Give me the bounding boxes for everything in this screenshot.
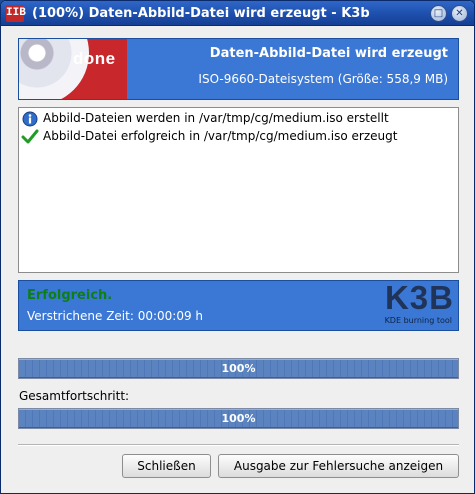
info-icon — [22, 111, 38, 126]
banner-subtitle: ISO-9660-Dateisystem (Größe: 558,9 MB) — [198, 72, 448, 86]
divider — [18, 444, 459, 446]
show-debug-output-button[interactable]: Ausgabe zur Fehlersuche anzeigen — [218, 454, 459, 478]
window-title: (100%) Daten-Abbild-Datei wird erzeugt -… — [32, 6, 370, 21]
status-title: Erfolgreich. — [27, 288, 113, 303]
log-item-text: Abbild-Dateien werden in /var/tmp/cg/med… — [43, 111, 389, 125]
log-item[interactable]: Abbild-Datei erfolgreich in /var/tmp/cg/… — [21, 127, 397, 145]
k3b-logo-subtitle: KDE burning tool — [384, 316, 452, 325]
log-item[interactable]: Abbild-Dateien werden in /var/tmp/cg/med… — [21, 109, 389, 127]
close-button[interactable]: Schließen — [122, 454, 211, 478]
log-list[interactable]: Abbild-Dateien werden in /var/tmp/cg/med… — [18, 107, 459, 273]
maximize-icon[interactable]: □ — [430, 5, 447, 22]
k3b-app-icon[interactable]: IIB — [6, 5, 26, 22]
overall-progress-bar: 100% — [18, 408, 459, 429]
checkmark-icon — [21, 129, 39, 143]
cd-image: done — [19, 39, 127, 99]
status-banner: Erfolgreich. Verstrichene Zeit: 00:00:09… — [18, 279, 459, 331]
dialog-content: done Daten-Abbild-Datei wird erzeugt ISO… — [1, 27, 474, 493]
overall-progress-text: 100% — [221, 412, 256, 425]
task-progress-text: 100% — [221, 362, 256, 375]
header-banner: done Daten-Abbild-Datei wird erzeugt ISO… — [18, 38, 459, 100]
elapsed-time: Verstrichene Zeit: 00:00:09 h — [27, 309, 204, 323]
k3b-logo-text: K3B — [384, 279, 454, 316]
k3b-logo: K3B KDE burning tool — [374, 279, 454, 329]
banner-title: Daten-Abbild-Datei wird erzeugt — [209, 46, 448, 61]
done-badge: done — [73, 49, 116, 68]
task-progress-bar: 100% — [18, 358, 459, 379]
close-window-icon[interactable]: ✕ — [451, 5, 468, 22]
progress-dialog-window: IIB (100%) Daten-Abbild-Datei wird erzeu… — [0, 0, 475, 494]
log-item-text: Abbild-Datei erfolgreich in /var/tmp/cg/… — [43, 129, 398, 143]
overall-progress-label: Gesamtfortschritt: — [19, 389, 130, 403]
title-bar[interactable]: IIB (100%) Daten-Abbild-Datei wird erzeu… — [1, 1, 474, 26]
